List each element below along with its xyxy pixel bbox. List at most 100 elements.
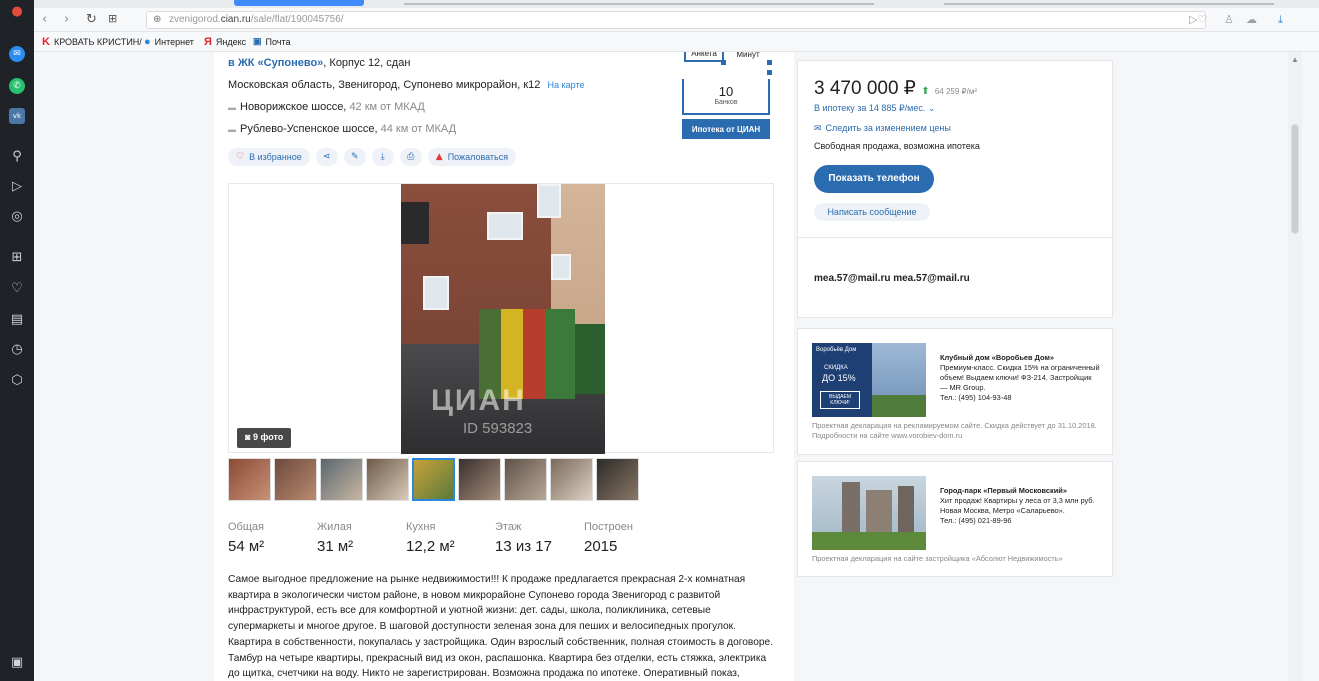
photo-thumbnail[interactable]: [458, 458, 501, 501]
send-page-icon[interactable]: ▷♡: [1189, 13, 1207, 26]
complex-link[interactable]: в ЖК «Сyпонево»: [228, 57, 323, 69]
sidebar-toggle-icon[interactable]: ▣: [9, 654, 25, 670]
share-button[interactable]: ⋖: [315, 148, 338, 166]
apps-grid-icon[interactable]: ⊞: [9, 249, 25, 265]
follow-price-link[interactable]: ✉ Следить за изменением цены: [814, 123, 951, 134]
ad-text: Клубный дом «Воробьев Дом» Премиум-класс…: [940, 353, 1100, 403]
messenger-icon[interactable]: ✉: [9, 46, 25, 62]
download-icon[interactable]: ⤓: [1278, 13, 1283, 27]
photo-thumbnail[interactable]: [550, 458, 593, 501]
download-icon: ⤓: [380, 152, 385, 162]
tab-inactive[interactable]: [944, 3, 1274, 5]
ad-image-trees: [872, 395, 926, 417]
bookmark-label: Яндекс: [215, 37, 247, 47]
bookmark-item[interactable]: ▣ Почта: [253, 36, 291, 47]
mortgage-dropdown[interactable]: В ипотеку за 14 885 ₽/мес. ⌄: [814, 103, 935, 114]
complain-label: Пожаловаться: [447, 152, 509, 162]
stat-value: 12,2 м²: [406, 538, 455, 555]
search-icon[interactable]: ⚲: [9, 148, 25, 164]
sync-icon[interactable]: ☁: [1246, 13, 1257, 26]
whatsapp-icon[interactable]: ✆: [9, 78, 25, 94]
tabs-grid-icon[interactable]: ⊞: [108, 12, 117, 28]
highway-row: ▬ Рублево-Успенское шоссе, 44 км от МКАД: [228, 123, 456, 135]
reload-icon[interactable]: ↻: [86, 12, 97, 28]
ad-card[interactable]: Воробьёв Дом СКИДКА ДО 15% ВЫДАЕМ КЛЮЧИ!…: [797, 328, 1113, 455]
bookmark-item[interactable]: K КРОВАТЬ КРИСТИН/: [42, 36, 142, 48]
back-icon[interactable]: ‹: [42, 12, 47, 28]
highway-row: ▬ Новорижское шоссе, 42 км от МКАД: [228, 101, 425, 113]
send-icon[interactable]: ▷: [9, 178, 25, 194]
seller-email: mea.57@mail.ru mea.57@mail.ru: [814, 273, 970, 284]
ad-image[interactable]: Воробьёв Дом СКИДКА ДО 15% ВЫДАЕМ КЛЮЧИ!: [812, 343, 926, 417]
forward-icon[interactable]: ›: [64, 12, 69, 28]
vk-icon[interactable]: vk: [9, 108, 25, 124]
photo-thumbnail[interactable]: [320, 458, 363, 501]
ad-title[interactable]: Город-парк «Первый Московский»: [940, 486, 1100, 496]
highway-distance: 44 км от МКАД: [380, 123, 457, 135]
tab-strip: [34, 0, 1319, 8]
scrollbar-thumb[interactable]: [1291, 124, 1299, 234]
bookmark-label: Интернет: [154, 37, 194, 47]
camera-icon: ◙: [245, 432, 251, 442]
anketa-label: Анкета: [684, 52, 724, 62]
write-message-button[interactable]: Написать сообщение: [814, 203, 930, 221]
show-phone-button[interactable]: Показать телефон: [814, 165, 934, 193]
globe-icon: ●: [144, 36, 151, 48]
print-icon: ⎙: [407, 152, 415, 162]
print-button[interactable]: ⎙: [399, 148, 422, 166]
browser-logo-icon[interactable]: ●: [9, 3, 25, 19]
banks-count: 10: [718, 84, 734, 99]
ad-image[interactable]: [812, 476, 926, 550]
photo-gallery[interactable]: ЦИАН ID 593823 ◙ 9 фото: [228, 183, 774, 454]
photo-count-badge[interactable]: ◙ 9 фото: [237, 428, 292, 448]
heart-icon[interactable]: ♡: [9, 280, 25, 296]
map-link[interactable]: На карте: [547, 80, 584, 90]
extensions-icon[interactable]: ⬡: [9, 372, 25, 388]
tab-inactive[interactable]: [404, 3, 874, 5]
follow-label: Следить за изменением цены: [825, 123, 951, 133]
share-icon: ⋖: [322, 152, 331, 162]
page-scrollbar[interactable]: ▲: [1288, 52, 1302, 681]
photo-thumbnail[interactable]: [228, 458, 271, 501]
download-button[interactable]: ⤓: [371, 148, 394, 166]
stat-floor: Этаж 13 из 17: [495, 521, 552, 555]
globe-icon: ⊕: [153, 14, 162, 25]
scroll-up-icon[interactable]: ▲: [1291, 55, 1299, 64]
edit-button[interactable]: ✎: [343, 148, 366, 166]
bookmark-item[interactable]: Я Яндекс: [204, 36, 246, 48]
favorite-button[interactable]: ♡ В избранное: [228, 148, 310, 166]
stat-value: 13 из 17: [495, 538, 552, 555]
stat-label: Построен: [584, 521, 633, 533]
profile-icon[interactable]: ♙: [1224, 13, 1234, 26]
envelope-icon: ✉: [814, 124, 822, 134]
listing-main: в ЖК «Сyпонево», Корпус 12, сдан Московс…: [214, 52, 794, 681]
ad-phone: Тел.: (495) 021-89-96: [940, 516, 1012, 525]
photo-thumbnail[interactable]: [596, 458, 639, 501]
photo-thumbnail[interactable]: [274, 458, 317, 501]
stat-value: 31 м²: [317, 538, 354, 555]
ad-card[interactable]: Город-парк «Первый Московский» Хит прода…: [797, 461, 1113, 577]
ad-image-caption: ДО 15%: [822, 373, 856, 383]
thumbnail-strip: [228, 458, 639, 501]
history-icon[interactable]: ◷: [9, 341, 25, 357]
photo-thumbnail[interactable]: [504, 458, 547, 501]
photo-thumbnail[interactable]: [366, 458, 409, 501]
photo-window: [423, 276, 449, 310]
notes-icon[interactable]: ▤: [9, 311, 25, 327]
tab-active[interactable]: [234, 0, 364, 6]
camera-icon[interactable]: ◎: [9, 208, 25, 224]
chevron-down-icon: ⌄: [927, 103, 936, 113]
url-input[interactable]: ⊕ zvenigorod.cian.ru/sale/flat/190045756…: [146, 11, 1206, 29]
ad-image-caption: Воробьёв Дом: [816, 347, 857, 353]
bookmark-label: КРОВАТЬ КРИСТИН/: [53, 37, 142, 47]
mortgage-button[interactable]: Ипотека от ЦИАН: [682, 119, 770, 139]
ad-disclaimer: Проектная декларация на рекламируемом са…: [812, 421, 1097, 440]
main-photo[interactable]: ЦИАН ID 593823: [401, 184, 605, 454]
stat-label: Кухня: [406, 521, 436, 533]
listing-description: Самое выгодное предложение на рынке недв…: [228, 574, 774, 680]
ad-title[interactable]: Клубный дом «Воробьев Дом»: [940, 353, 1100, 363]
complain-button[interactable]: ▲ Пожаловаться: [427, 148, 517, 166]
bookmark-item[interactable]: ● Интернет: [144, 36, 194, 48]
photo-thumbnail-selected[interactable]: [412, 458, 455, 501]
sidebar-dock: ● ✉ ✆ vk ⚲ ▷ ◎ ⊞ ♡ ▤ ◷ ⬡ ▣: [0, 0, 34, 681]
